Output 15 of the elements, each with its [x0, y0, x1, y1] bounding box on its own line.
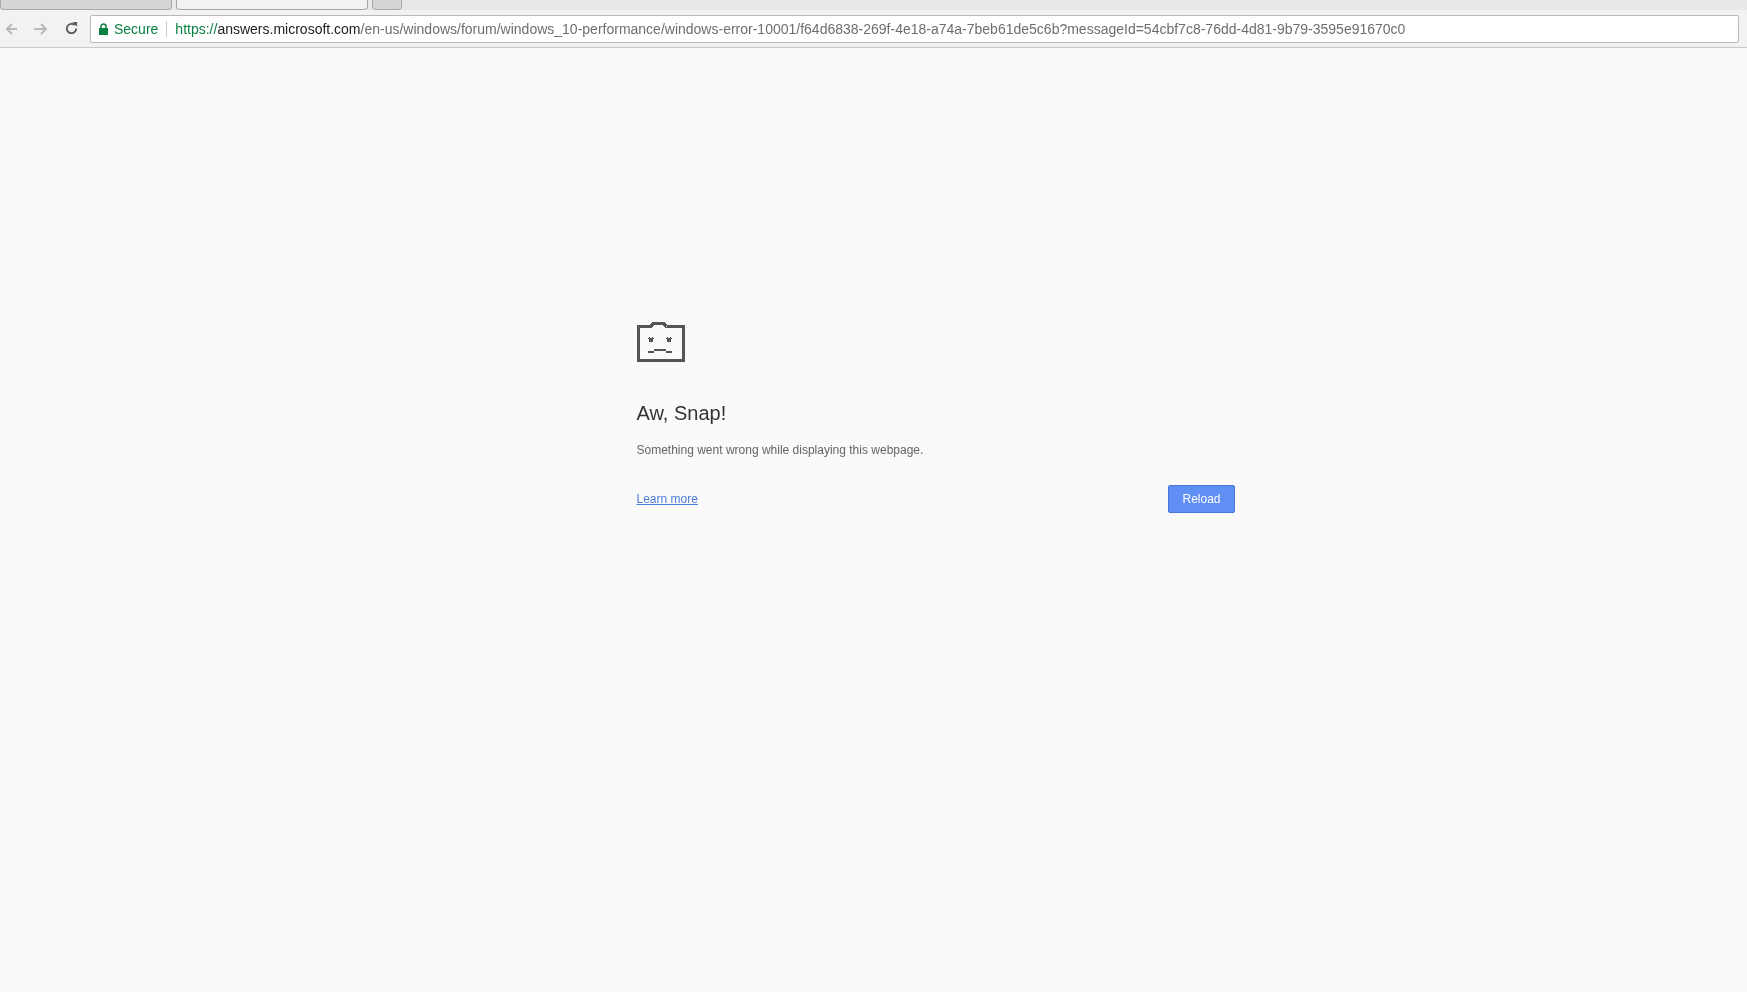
back-arrow-icon	[5, 21, 17, 36]
learn-more-link[interactable]: Learn more	[636, 492, 698, 506]
error-title: Aw, Snap!	[636, 402, 727, 425]
browser-tab[interactable]	[0, 0, 172, 10]
forward-arrow-icon	[34, 21, 48, 36]
error-message: Something went wrong while displaying this webpage.	[636, 443, 924, 457]
browser-tab[interactable]	[372, 0, 402, 10]
browser-tab[interactable]	[176, 0, 368, 10]
reload-button[interactable]: Reload	[1168, 485, 1235, 513]
reload-icon	[63, 21, 79, 36]
padlock-icon	[99, 22, 108, 35]
address-field[interactable]: Secure https://answers.microsoft.com/en-us/windows/forum/windows_10-performance/windows-error-10001/f64d6838-269f-4e18-a74a-7beb61de5c6b?messageId=54cbf7c8-76dd-4d81-9b79-3595e91670c0	[90, 14, 1739, 43]
security-label: Secure	[114, 20, 159, 37]
url-text: https://answers.microsoft.com/en-us/windows/forum/windows_10-performance/windows-error-10001/f64d6838-269f-4e18-a74a-7beb61de5c6b?messageId=54cbf7c8-76dd-4d81-9b79-3595e91670c0	[175, 20, 1406, 37]
sad-folder-icon	[636, 322, 685, 362]
